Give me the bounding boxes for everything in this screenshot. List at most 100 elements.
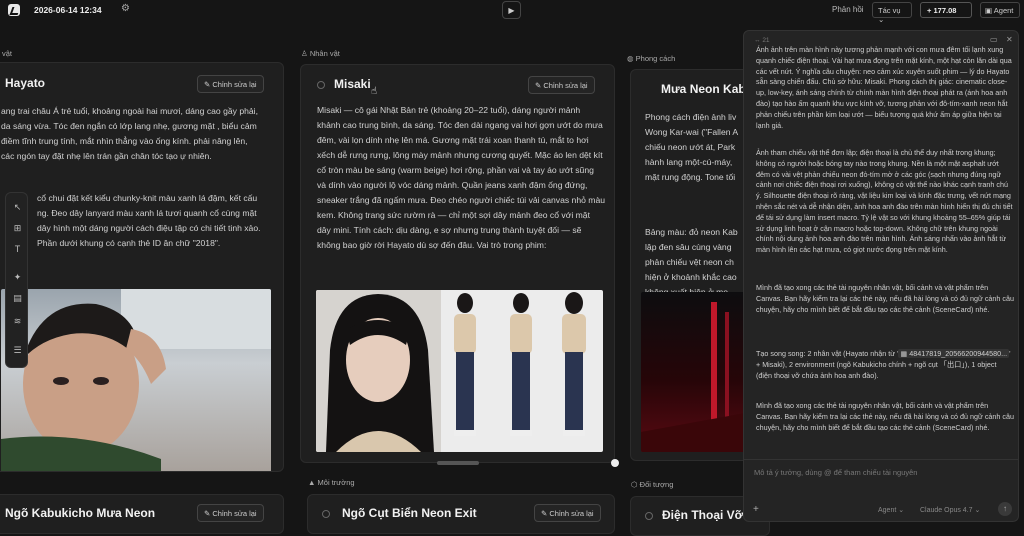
pencil-icon: ✎ — [541, 509, 548, 518]
user-icon: ♙ — [301, 49, 308, 58]
misaki-reference-sheet — [316, 290, 603, 452]
audio-icon[interactable]: ≋ — [12, 316, 23, 327]
edit-label: Chỉnh sửa lại — [543, 81, 588, 90]
hayato-reference-photo — [1, 289, 271, 471]
agent-button[interactable]: ▣ Agent — [980, 2, 1020, 18]
send-icon: ↑ — [1003, 504, 1007, 513]
card-title: Misaki — [334, 77, 371, 91]
pencil-icon: ✎ — [204, 509, 211, 518]
card-title: Ngõ Cụt Biển Neon Exit — [342, 506, 477, 520]
section-label-text: Đối tượng — [639, 480, 674, 489]
layers-icon[interactable]: ☰ — [12, 345, 23, 356]
card-description: Misaki — cô gái Nhật Bản trẻ (khoảng 20–… — [317, 105, 605, 250]
chat-input[interactable]: Mô tả ý tưởng, dùng @ để tham chiếu tài … — [754, 468, 1010, 477]
section-label-object: ⬡ Đối tượng — [631, 480, 673, 489]
edit-label: Chỉnh sửa lại — [212, 80, 257, 89]
play-icon: ▶ — [508, 5, 515, 15]
agent-mode-label: Agent — [878, 507, 897, 514]
figure-side — [510, 293, 532, 436]
mouse-cursor-icon: ☝ — [371, 86, 378, 97]
section-label-environment: ▲ Môi trường — [308, 478, 355, 487]
horizontal-scroll-thumb[interactable] — [437, 461, 479, 465]
ai-image-icon[interactable]: ✦ — [12, 272, 23, 283]
edit-button[interactable]: ✎ Chỉnh sửa lại — [534, 504, 601, 522]
chat-input-area: Mô tả ý tưởng, dùng @ để tham chiếu tài … — [744, 459, 1018, 521]
card-title: Hayato — [5, 76, 46, 90]
edit-button[interactable]: ✎ Chỉnh sửa lại — [528, 76, 595, 94]
pencil-icon: ✎ — [535, 81, 542, 90]
section-label-text: Phong cách — [635, 54, 676, 63]
card-description: Phong cách điện ảnh liv Wong Kar-wai ("F… — [645, 112, 738, 182]
feedback-link[interactable]: Phản hồi — [832, 5, 864, 14]
edit-button[interactable]: ✎ Chỉnh sửa lại — [197, 75, 264, 93]
expand-icon[interactable]: ▭ — [990, 35, 998, 44]
card-hayato[interactable]: Hayato ✎ Chỉnh sửa lại ang trai châu Á t… — [0, 62, 284, 472]
pencil-icon: ✎ — [204, 80, 211, 89]
card-description: ang trai châu Á trẻ tuổi, khoảng ngoài h… — [1, 106, 258, 161]
figure-back — [562, 292, 586, 436]
section-label-style: ◍ Phong cách — [627, 54, 675, 63]
eye-right — [93, 377, 109, 385]
send-button[interactable]: ↑ — [998, 502, 1012, 516]
neon-sign-2 — [725, 312, 729, 422]
figure-front — [454, 293, 476, 436]
text-tool-icon[interactable]: T — [12, 244, 23, 255]
canvas-scroll-handle[interactable] — [611, 459, 619, 467]
edit-label: Chỉnh sửa lại — [549, 509, 594, 518]
card-env-kabukicho[interactable]: Ngõ Kabukicho Mưa Neon ✎ Chỉnh sửa lại — [0, 494, 284, 534]
chevron-down-icon: ⌄ — [878, 15, 885, 24]
file-chip-name: 48417819_20566200944580... — [909, 349, 1008, 358]
task-menu-button[interactable]: Tác vụ ⌄ — [872, 2, 912, 24]
attach-plus-icon[interactable]: + — [753, 504, 759, 515]
agent-icon: ▣ — [985, 6, 993, 15]
portrait-illustration — [1, 289, 271, 471]
eye-left — [53, 377, 69, 385]
chat-message-1: Ánh ảnh trên màn hình này tương phản mạn… — [756, 45, 1012, 130]
chat-header: ↔ 21 — [754, 37, 770, 44]
agent-mode-select[interactable]: Agent ⌄ — [878, 506, 904, 514]
gear-icon[interactable]: ⚙ — [121, 3, 130, 14]
mountain-icon: ▲ — [308, 478, 316, 487]
credits-button[interactable]: + 177.08 — [920, 2, 972, 18]
card-description-2: Bảng màu: đỏ neon Kab lập đen sâu cùng v… — [645, 227, 738, 297]
chat-message-2: Ảnh tham chiếu vật thể đơn lập; điện tho… — [756, 148, 1013, 255]
play-button[interactable]: ▶ — [502, 1, 521, 19]
datetime-display: 2026-06-14 12:34 — [34, 5, 102, 15]
close-icon[interactable]: ✕ — [1006, 35, 1013, 44]
model-select[interactable]: Claude Opus 4.7 ⌄ — [920, 506, 980, 514]
card-misaki[interactable]: Misaki ✎ Chỉnh sửa lại Misaki — cô gái N… — [300, 64, 615, 463]
plus-icon: + — [927, 6, 932, 15]
card-status-dot — [322, 510, 330, 518]
file-chip[interactable]: ▦ 48417819_20566200944580... — [898, 349, 1010, 358]
card-env-exit[interactable]: Ngõ Cụt Biển Neon Exit ✎ Chỉnh sửa lại — [307, 494, 615, 534]
chat-message-4a: Tạo song song: 2 nhân vật (Hayato nhận t… — [756, 349, 899, 358]
neon-street-illustration — [641, 302, 751, 452]
gallery-icon[interactable]: ▤ — [12, 293, 23, 304]
section-label-text: Môi trường — [317, 478, 355, 487]
palette-icon: ◍ — [627, 54, 634, 63]
image-icon: ▦ — [900, 349, 908, 358]
character-turnaround — [316, 290, 586, 452]
add-frame-icon[interactable]: ⊞ — [12, 223, 23, 234]
model-label: Claude Opus 4.7 — [920, 507, 973, 514]
section-label-left: vật — [2, 49, 13, 58]
chat-header-count: 21 — [762, 37, 770, 44]
card-title: Mưa Neon Kab — [661, 82, 746, 96]
task-menu-label: Tác vụ — [878, 6, 901, 15]
card-status-dot — [317, 81, 325, 89]
edit-button[interactable]: ✎ Chỉnh sửa lại — [197, 504, 264, 522]
card-status-dot — [645, 512, 653, 520]
sweater — [1, 436, 161, 471]
card-title: Điện Thoại Vỡ — [662, 508, 744, 522]
section-label-characters: ♙ Nhân vật — [301, 49, 340, 58]
agent-chat-panel: ↔ 21 ▭ ✕ Ánh ảnh trên màn hình này tương… — [743, 30, 1019, 522]
tool-rail: ↖ ⊞ T ✦ ▤ ≋ ☰ — [5, 192, 28, 368]
chat-message-3: Mình đã tạo xong các thẻ tài nguyên nhân… — [756, 283, 1014, 314]
chat-message-5: Mình đã tạo xong các thẻ tài nguyên nhân… — [756, 401, 1014, 432]
cursor-icon[interactable]: ↖ — [12, 202, 23, 213]
logo-icon[interactable] — [8, 4, 20, 16]
agent-label: Agent — [993, 6, 1014, 15]
box-icon: ⬡ — [631, 480, 638, 489]
chat-message-4: Tạo song song: 2 nhân vật (Hayato nhận t… — [756, 349, 1014, 381]
neon-sign — [711, 302, 717, 432]
